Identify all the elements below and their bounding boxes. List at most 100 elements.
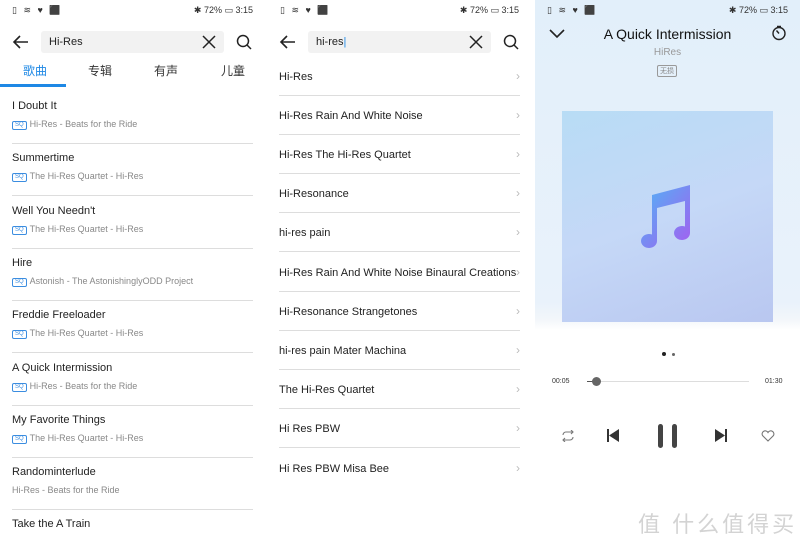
song-row[interactable]: Take the A Train — [12, 510, 253, 550]
suggestion-text: The Hi-Res Quartet — [279, 384, 375, 397]
album-art — [562, 111, 773, 322]
category-tabs: 歌曲 专辑 有声 儿童 — [0, 62, 265, 86]
back-arrow-icon[interactable] — [279, 33, 297, 51]
suggestion-text: hi-res pain Mater Machina — [279, 344, 407, 357]
favorite-heart-icon[interactable] — [761, 430, 775, 442]
song-title: Randominterlude — [12, 466, 96, 479]
song-subtitle: SQ Astonish - The AstonishinglyODD Projec… — [12, 276, 193, 287]
page-dot-active — [662, 352, 666, 356]
pause-icon[interactable] — [657, 423, 679, 449]
suggestion-item[interactable]: hi-res pain › — [279, 213, 520, 253]
suggestion-text: Hi Res PBW Misa Bee — [279, 462, 390, 475]
song-row[interactable]: A Quick Intermission SQ Hi-Res - Beats for… — [12, 354, 253, 406]
suggestion-text: Hi-Resonance — [279, 188, 349, 201]
player-screen: ▯ ≋ ♥ ⬛ ✱ 72% ▭ 3:15 A Quick Intermissio… — [535, 0, 800, 550]
song-subtitle: Hi-Res - Beats for the Ride — [12, 485, 120, 496]
song-row[interactable]: Summertime SQ The Hi-Res Quartet - Hi-Res — [12, 144, 253, 197]
search-input[interactable]: Hi-Res — [41, 31, 224, 53]
tab-kids[interactable]: 儿童 — [221, 62, 245, 79]
song-subtitle: SQ The Hi-Res Quartet - Hi-Res — [12, 433, 143, 444]
artist-name: HiRes — [653, 47, 682, 58]
status-icons: ▯ ≋ ♥ ⬛ — [280, 5, 331, 15]
suggestion-item[interactable]: The Hi-Res Quartet › — [279, 370, 520, 410]
song-subtitle: SQ The Hi-Res Quartet - Hi-Res — [12, 171, 143, 183]
status-icons: ▯ ≋ ♥ ⬛ — [12, 5, 63, 15]
chevron-right-icon: › — [516, 68, 520, 83]
sq-badge: SQ — [12, 277, 27, 287]
tab-albums[interactable]: 专辑 — [88, 62, 112, 79]
suggestion-item[interactable]: Hi-Res › — [279, 57, 520, 96]
music-note-icon — [641, 185, 690, 248]
clear-icon[interactable] — [202, 35, 216, 49]
song-row[interactable]: I Doubt It SQ Hi-Res - Beats for the Ride — [12, 92, 253, 144]
song-title: Freddie Freeloader — [12, 309, 106, 322]
chevron-right-icon: › — [516, 421, 520, 436]
search-icon[interactable] — [503, 34, 519, 50]
suggestion-item[interactable]: Hi-Res Rain And White Noise Binaural Cre… — [279, 253, 520, 292]
song-title: Hire — [12, 256, 33, 269]
search-icon[interactable] — [236, 34, 252, 50]
sq-badge: SQ — [12, 225, 27, 235]
tab-audio[interactable]: 有声 — [154, 62, 178, 79]
page-dot — [672, 353, 676, 356]
song-subtitle: SQ The Hi-Res Quartet - Hi-Res — [12, 224, 143, 235]
song-subtitle: SQ The Hi-Res Quartet - Hi-Res — [12, 328, 143, 340]
suggestion-item[interactable]: Hi-Resonance Strangetones › — [279, 292, 520, 331]
suggestion-text: Hi-Res Rain And White Noise Binaural Cre… — [279, 266, 517, 279]
chevron-right-icon: › — [516, 303, 520, 318]
clear-icon[interactable] — [469, 35, 483, 49]
song-title: A Quick Intermission — [12, 361, 113, 374]
suggestion-item[interactable]: Hi-Res Rain And White Noise › — [279, 96, 520, 135]
search-input[interactable]: hi-res| — [308, 31, 491, 53]
suggestion-item[interactable]: Hi-Resonance › — [279, 174, 520, 214]
sq-badge: SQ — [12, 173, 27, 183]
track-title: A Quick Intermission — [603, 26, 732, 42]
suggestion-text: Hi-Res Rain And White Noise — [279, 109, 423, 122]
suggestion-item[interactable]: Hi Res PBW › — [279, 409, 520, 449]
suggestion-text: Hi-Res The Hi-Res Quartet — [279, 148, 411, 161]
active-tab-indicator — [0, 84, 66, 87]
repeat-icon[interactable] — [561, 430, 575, 442]
sq-badge: SQ — [12, 434, 27, 444]
suggestion-item[interactable]: Hi-Res The Hi-Res Quartet › — [279, 135, 520, 174]
song-title: Well You Needn't — [12, 204, 96, 217]
song-row[interactable]: My Favorite Things SQ The Hi-Res Quartet -… — [12, 406, 253, 458]
chevron-right-icon: › — [516, 382, 520, 397]
status-icons: ▯ ≋ ♥ ⬛ — [547, 5, 598, 15]
song-row[interactable]: Freddie Freeloader SQ The Hi-Res Quartet -… — [12, 301, 253, 354]
page-indicator — [662, 343, 676, 361]
lossless-badge: 无损 — [657, 65, 677, 77]
tab-songs[interactable]: 歌曲 — [23, 62, 47, 79]
progress-knob[interactable] — [591, 377, 601, 386]
next-icon[interactable] — [714, 428, 728, 443]
suggestion-text: Hi-Res — [279, 70, 313, 83]
chevron-right-icon: › — [516, 107, 520, 122]
search-results-screen: ▯ ≋ ♥ ⬛ ✱ 72% ▭ 3:15 Hi-Res 歌曲 专辑 有声 儿童 … — [0, 0, 265, 550]
status-bar: ▯ ≋ ♥ ⬛ ✱ 72% ▭ 3:15 — [268, 0, 531, 20]
song-title: My Favorite Things — [12, 413, 106, 426]
suggestion-item[interactable]: hi-res pain Mater Machina › — [279, 331, 520, 370]
song-title: Take the A Train — [12, 518, 91, 531]
status-right: ✱ 72% ▭ 3:15 — [728, 5, 788, 15]
progress-track[interactable] — [587, 377, 749, 386]
watermark: 值 什么值得买 — [638, 512, 798, 537]
song-row[interactable]: Well You Needn't SQ The Hi-Res Quartet - H… — [12, 197, 253, 249]
previous-icon[interactable] — [606, 428, 620, 443]
back-arrow-icon[interactable] — [12, 33, 30, 51]
sq-badge: SQ — [12, 330, 27, 340]
elapsed-time: 00:05 — [552, 378, 570, 385]
chevron-right-icon: › — [516, 146, 520, 161]
status-right: ✱ 72% ▭ 3:15 — [459, 5, 519, 15]
sq-badge: SQ — [12, 121, 27, 130]
song-row[interactable]: Hire SQ Astonish - The AstonishinglyODD Pr… — [12, 249, 253, 301]
suggestion-text: Hi-Resonance Strangetones — [279, 305, 418, 318]
chevron-right-icon: › — [516, 264, 520, 279]
status-right: ✱ 72% ▭ 3:15 — [193, 5, 253, 15]
suggestion-item[interactable]: Hi Res PBW Misa Bee › — [279, 449, 520, 488]
song-title: Summertime — [12, 152, 75, 165]
song-row[interactable]: Randominterlude Hi-Res - Beats for the Ri… — [12, 458, 253, 511]
sleep-timer-icon[interactable] — [771, 25, 787, 41]
chevron-right-icon: › — [516, 342, 520, 357]
chevron-right-icon: › — [516, 460, 520, 475]
suggestions-screen: ▯ ≋ ♥ ⬛ ✱ 72% ▭ 3:15 hi-res| Hi-Res › Hi-R… — [268, 0, 531, 550]
